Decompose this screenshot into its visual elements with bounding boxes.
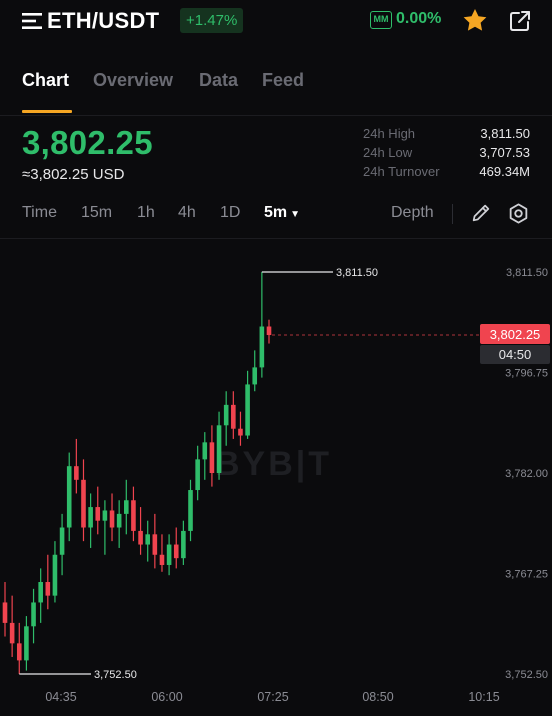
y-tick-label: 3,782.00 <box>505 468 548 480</box>
toolbar-divider <box>0 238 552 239</box>
timeframe-5m-label: 5m <box>264 204 288 221</box>
x-tick-label: 07:25 <box>257 690 288 704</box>
candle-body <box>259 326 265 368</box>
gear-icon[interactable] <box>507 202 530 225</box>
candle-body <box>245 384 250 436</box>
main-tabs: Chart Overview Data Feed <box>0 66 552 116</box>
candle-body <box>31 602 36 627</box>
stat-value-24h-turnover: 469.34M <box>479 164 530 179</box>
candle-body <box>173 544 179 559</box>
star-icon[interactable] <box>461 7 489 34</box>
tabs-divider <box>0 115 552 116</box>
candle-body <box>209 442 215 473</box>
candle-body <box>195 459 200 491</box>
candle-body <box>138 530 143 545</box>
timeframe-time[interactable]: Time <box>22 204 57 222</box>
high-marker-label: 3,811.50 <box>336 267 378 279</box>
stat-label-24h-high: 24h High <box>363 126 416 141</box>
candle-body <box>109 510 115 528</box>
candle-body <box>231 404 236 429</box>
candle-body <box>166 544 172 565</box>
pen-icon[interactable] <box>470 202 492 224</box>
tab-overview[interactable]: Overview <box>93 70 173 91</box>
active-tab-indicator <box>22 110 72 113</box>
candle-body <box>66 466 72 528</box>
toolbar-separator <box>452 204 453 224</box>
y-tick-label: 3,811.50 <box>506 267 548 279</box>
candle-body <box>88 507 93 528</box>
header-bar: ETH/USDT +1.47% MM 0.00% <box>0 0 552 42</box>
candle-body <box>181 530 186 559</box>
candle-body <box>52 554 58 596</box>
low-marker-label: 3,752.50 <box>94 669 137 681</box>
candle-body <box>131 500 136 531</box>
candle-body <box>9 622 15 644</box>
trading-pair-title[interactable]: ETH/USDT <box>47 8 159 34</box>
chart-toolbar: Time 15m 1h 4h 1D 5m ▼ Depth <box>0 196 552 232</box>
mm-value: 0.00% <box>396 10 442 27</box>
tab-feed[interactable]: Feed <box>262 70 304 91</box>
x-tick-label: 06:00 <box>151 690 182 704</box>
candlestick-chart[interactable]: 3,811.50 3,796.75 3,782.00 3,767.25 3,752.50… <box>0 240 552 716</box>
timeframe-1d[interactable]: 1D <box>220 204 240 222</box>
current-price-tag-label: 3,802.25 <box>490 327 541 342</box>
stat-label-24h-turnover: 24h Turnover <box>363 164 440 179</box>
countdown-label: 04:50 <box>499 347 532 362</box>
timeframe-4h[interactable]: 4h <box>178 204 196 222</box>
candle-body <box>123 500 129 514</box>
candle-body <box>2 602 8 623</box>
caret-down-icon: ▼ <box>290 209 301 220</box>
x-tick-label: 08:50 <box>362 690 393 704</box>
candle-body <box>159 554 165 565</box>
candle-body <box>38 582 43 603</box>
candle-body <box>266 326 272 336</box>
depth-tab[interactable]: Depth <box>391 204 434 222</box>
mm-badge: MM <box>370 11 392 29</box>
y-tick-label: 3,767.25 <box>505 569 548 581</box>
candle-body <box>24 626 29 661</box>
stat-label-24h-low: 24h Low <box>363 145 413 160</box>
y-tick-label: 3,796.75 <box>505 368 548 380</box>
candle-body <box>45 582 51 596</box>
tab-chart[interactable]: Chart <box>22 70 69 91</box>
candle-body <box>59 527 65 555</box>
timeframe-15m[interactable]: 15m <box>81 204 112 222</box>
x-tick-label: 04:35 <box>45 690 76 704</box>
x-tick-label: 10:15 <box>468 690 499 704</box>
candle-body <box>145 534 151 545</box>
candle-body <box>152 534 158 555</box>
usd-price: ≈3,802.25 USD <box>22 166 125 183</box>
y-tick-label: 3,752.50 <box>505 669 548 681</box>
last-price: 3,802.25 <box>22 124 153 161</box>
price-change-badge: +1.47% <box>180 8 244 33</box>
candle-body <box>74 466 79 480</box>
timeframe-5m-dropdown[interactable]: 5m ▼ <box>264 204 300 222</box>
menu-icon[interactable] <box>22 13 42 29</box>
candle-body <box>223 404 229 426</box>
tab-data[interactable]: Data <box>199 70 238 91</box>
candle-body <box>102 510 108 521</box>
candle-body <box>116 513 122 528</box>
stat-value-24h-low: 3,707.53 <box>479 145 530 160</box>
share-icon[interactable] <box>508 9 532 33</box>
candle-body <box>81 479 86 528</box>
stat-value-24h-high: 3,811.50 <box>480 126 530 141</box>
candle-body <box>252 367 258 385</box>
candle-body <box>188 490 193 531</box>
candle-body <box>95 507 101 521</box>
candle-body <box>216 425 222 473</box>
candle-body <box>238 428 243 436</box>
candle-body <box>16 643 22 661</box>
candle-body <box>202 442 208 460</box>
timeframe-1h[interactable]: 1h <box>137 204 155 222</box>
